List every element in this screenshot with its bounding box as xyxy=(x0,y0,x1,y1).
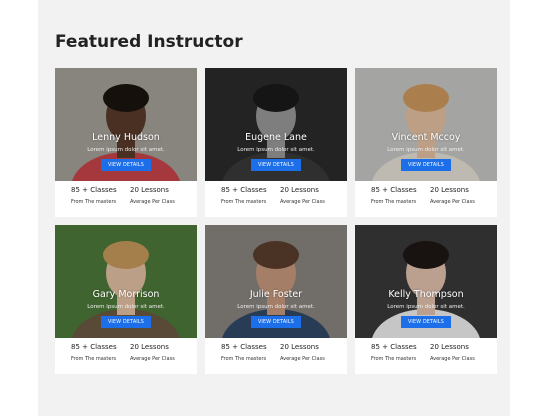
instructor-stats: 85 + Classes From The masters 20 Lessons… xyxy=(205,338,347,374)
instructor-card: Gary Morrison Lorem ipsum dolor sit amet… xyxy=(55,225,197,374)
classes-caption: From The masters xyxy=(221,199,267,205)
classes-count: 85 + Classes xyxy=(71,343,117,351)
instructor-name: Gary Morrison xyxy=(92,289,160,300)
lessons-caption: Average Per Class xyxy=(430,356,475,362)
classes-caption: From The masters xyxy=(71,199,117,205)
lessons-count: 20 Lessons xyxy=(130,186,169,194)
lessons-count: 20 Lessons xyxy=(130,343,169,351)
classes-stat: 85 + Classes From The masters xyxy=(371,343,417,362)
lessons-count: 20 Lessons xyxy=(280,343,319,351)
lessons-caption: Average Per Class xyxy=(130,199,175,205)
lessons-caption: Average Per Class xyxy=(130,356,175,362)
instructor-subtitle: Lorem ipsum dolor sit amet. xyxy=(87,304,165,310)
instructor-card: Julie Foster Lorem ipsum dolor sit amet.… xyxy=(205,225,347,374)
view-details-button[interactable]: VIEW DETAILS xyxy=(251,159,301,171)
instructor-name: Lenny Hudson xyxy=(92,132,160,143)
instructor-subtitle: Lorem ipsum dolor sit amet. xyxy=(237,147,315,153)
instructor-name: Kelly Thompson xyxy=(388,289,464,300)
instructor-subtitle: Lorem ipsum dolor sit amet. xyxy=(87,147,165,153)
instructor-name: Julie Foster xyxy=(249,289,303,300)
view-details-button[interactable]: VIEW DETAILS xyxy=(101,159,151,171)
view-details-button[interactable]: VIEW DETAILS xyxy=(401,316,451,328)
classes-count: 85 + Classes xyxy=(71,186,117,194)
instructor-subtitle: Lorem ipsum dolor sit amet. xyxy=(387,304,465,310)
view-details-button[interactable]: VIEW DETAILS xyxy=(251,316,301,328)
lessons-stat: 20 Lessons Average Per Class xyxy=(430,186,475,205)
lessons-stat: 20 Lessons Average Per Class xyxy=(130,343,175,362)
classes-caption: From The masters xyxy=(71,356,117,362)
instructor-stats: 85 + Classes From The masters 20 Lessons… xyxy=(355,338,497,374)
classes-stat: 85 + Classes From The masters xyxy=(221,343,267,362)
section-title: Featured Instructor xyxy=(55,32,243,52)
classes-count: 85 + Classes xyxy=(221,343,267,351)
view-details-button[interactable]: VIEW DETAILS xyxy=(401,159,451,171)
instructor-stats: 85 + Classes From The masters 20 Lessons… xyxy=(55,338,197,374)
classes-caption: From The masters xyxy=(221,356,267,362)
classes-caption: From The masters xyxy=(371,199,417,205)
instructor-card: Lenny Hudson Lorem ipsum dolor sit amet.… xyxy=(55,68,197,217)
view-details-button[interactable]: VIEW DETAILS xyxy=(101,316,151,328)
lessons-stat: 20 Lessons Average Per Class xyxy=(280,186,325,205)
instructor-grid: Lenny Hudson Lorem ipsum dolor sit amet.… xyxy=(55,68,497,374)
classes-stat: 85 + Classes From The masters xyxy=(71,343,117,362)
instructor-name: Eugene Lane xyxy=(245,132,307,143)
instructor-subtitle: Lorem ipsum dolor sit amet. xyxy=(387,147,465,153)
lessons-count: 20 Lessons xyxy=(430,186,469,194)
classes-count: 85 + Classes xyxy=(371,343,417,351)
instructor-stats: 85 + Classes From The masters 20 Lessons… xyxy=(205,181,347,217)
lessons-stat: 20 Lessons Average Per Class xyxy=(130,186,175,205)
classes-count: 85 + Classes xyxy=(221,186,267,194)
classes-stat: 85 + Classes From The masters xyxy=(71,186,117,205)
instructor-stats: 85 + Classes From The masters 20 Lessons… xyxy=(55,181,197,217)
instructor-stats: 85 + Classes From The masters 20 Lessons… xyxy=(355,181,497,217)
classes-count: 85 + Classes xyxy=(371,186,417,194)
classes-caption: From The masters xyxy=(371,356,417,362)
lessons-caption: Average Per Class xyxy=(430,199,475,205)
lessons-count: 20 Lessons xyxy=(280,186,319,194)
lessons-stat: 20 Lessons Average Per Class xyxy=(430,343,475,362)
lessons-caption: Average Per Class xyxy=(280,356,325,362)
lessons-count: 20 Lessons xyxy=(430,343,469,351)
instructor-name: Vincent Mccoy xyxy=(391,132,461,143)
instructor-card: Kelly Thompson Lorem ipsum dolor sit ame… xyxy=(355,225,497,374)
instructor-card: Vincent Mccoy Lorem ipsum dolor sit amet… xyxy=(355,68,497,217)
classes-stat: 85 + Classes From The masters xyxy=(221,186,267,205)
lessons-caption: Average Per Class xyxy=(280,199,325,205)
lessons-stat: 20 Lessons Average Per Class xyxy=(280,343,325,362)
classes-stat: 85 + Classes From The masters xyxy=(371,186,417,205)
instructor-card: Eugene Lane Lorem ipsum dolor sit amet. … xyxy=(205,68,347,217)
instructor-subtitle: Lorem ipsum dolor sit amet. xyxy=(237,304,315,310)
